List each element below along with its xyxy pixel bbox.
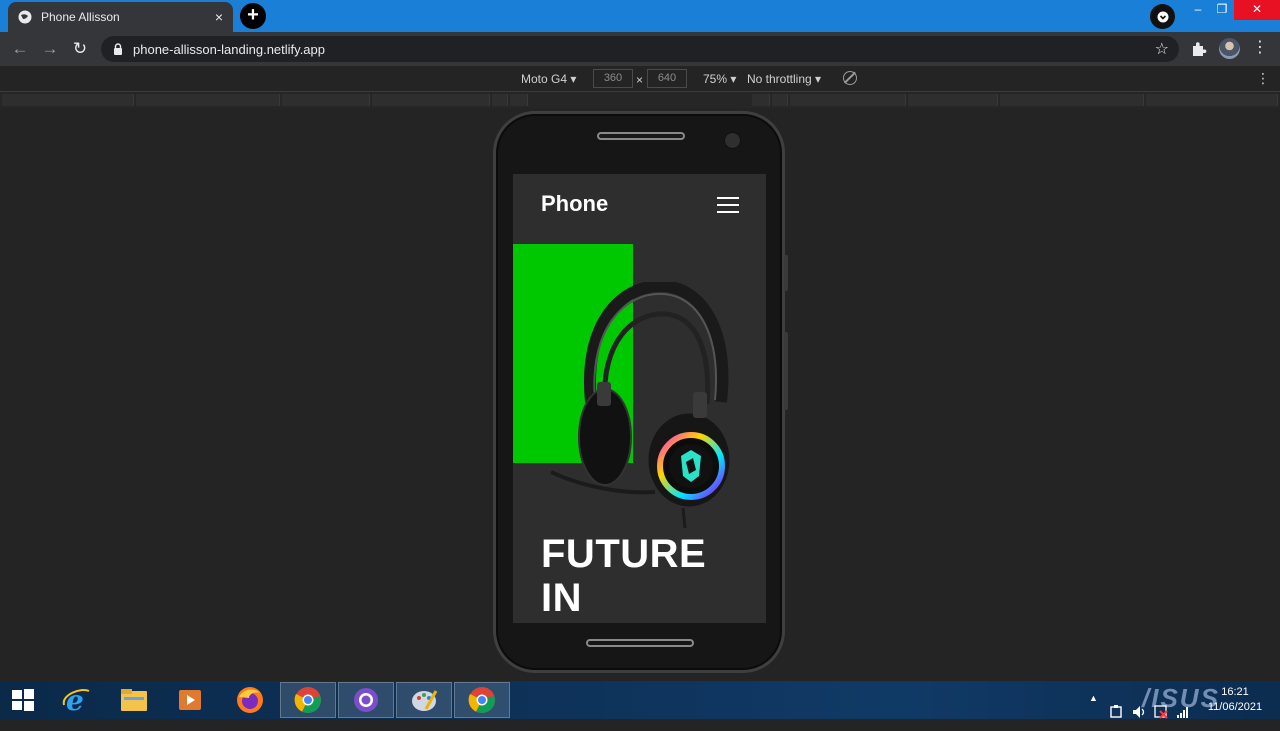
network-adapter-icon[interactable] (1109, 693, 1123, 731)
windows-logo-icon (12, 689, 34, 711)
ruler-segment[interactable] (510, 94, 528, 106)
address-bar[interactable]: phone-allisson-landing.netlify.app ☆ (101, 36, 1179, 62)
zoom-select[interactable]: 75% ▾ (703, 72, 736, 86)
ruler-segment[interactable] (1146, 94, 1278, 106)
signal-icon[interactable] (1176, 693, 1190, 731)
taskbar-file-explorer[interactable] (106, 682, 162, 718)
headset-image (550, 282, 733, 529)
browser-toolbar: ← → ↻ phone-allisson-landing.netlify.app… (0, 32, 1280, 66)
ruler-segment[interactable] (752, 94, 770, 106)
tab-strip: Phone Allisson × + – ❐ ✕ (0, 0, 1280, 32)
forward-button[interactable]: → (40, 39, 60, 59)
browser-menu-icon[interactable]: ⋮ (1252, 38, 1268, 58)
start-button[interactable] (0, 682, 46, 718)
taskbar-chrome-2[interactable] (454, 682, 510, 718)
chrome-icon (468, 687, 495, 714)
volume-icon[interactable] (1132, 693, 1148, 731)
hero-line-2: IN (541, 576, 582, 620)
action-center-icon[interactable] (1154, 693, 1168, 731)
chrome-icon (294, 687, 321, 714)
ruler-segment[interactable] (790, 94, 906, 106)
internet-explorer-icon: e (62, 685, 90, 715)
firefox-icon (237, 687, 263, 713)
github-icon (354, 688, 378, 712)
tab-phone-allisson[interactable]: Phone Allisson × (8, 2, 233, 32)
device-toolbar-menu-icon[interactable]: ⋮ (1256, 70, 1270, 87)
taskbar-chrome-1[interactable] (280, 682, 336, 718)
media-player-icon (179, 690, 201, 710)
extensions-puzzle-icon[interactable] (1190, 40, 1208, 58)
taskbar-clock[interactable]: 16:21 11/06/2021 (1205, 685, 1265, 715)
tab-title: Phone Allisson (41, 10, 120, 24)
clock-time: 16:21 (1221, 686, 1249, 698)
viewport-width-input[interactable]: 360 (593, 69, 633, 88)
taskbar-media-player[interactable] (162, 682, 218, 718)
folder-icon (121, 689, 147, 711)
device-toolbar: Moto G4 ▾ 360 × 640 75% ▾ No throttling … (0, 66, 1280, 92)
phone-camera (724, 132, 741, 149)
phone-speaker (597, 132, 685, 140)
hero-heading: FUTURE IN (541, 532, 706, 620)
phone-power-button (784, 255, 788, 291)
ruler-segment[interactable] (1000, 94, 1144, 106)
new-tab-button[interactable]: + (240, 3, 266, 29)
emulated-viewport: Phone FUTURE IN (513, 174, 766, 623)
rotate-icon[interactable] (843, 71, 857, 85)
ruler-segment[interactable] (2, 94, 134, 106)
site-logo[interactable]: Phone (541, 191, 608, 217)
phone-home-bar (586, 639, 694, 647)
bookmark-star-icon[interactable]: ☆ (1155, 39, 1169, 59)
tab-close-icon[interactable]: × (215, 9, 223, 25)
clock-date: 11/06/2021 (1207, 701, 1263, 713)
ruler-segment[interactable] (136, 94, 280, 106)
ruler-segment[interactable] (492, 94, 508, 106)
viewport-height-input[interactable]: 640 (647, 69, 687, 88)
tray-expand-icon[interactable]: ▲ (1089, 693, 1098, 731)
taskbar-paint[interactable] (396, 682, 452, 718)
taskbar-github-desktop[interactable] (338, 682, 394, 718)
dimension-separator: × (636, 73, 644, 87)
ruler-segment[interactable] (372, 94, 490, 106)
profile-avatar[interactable] (1219, 38, 1240, 59)
throttling-select[interactable]: No throttling ▾ (747, 72, 821, 86)
media-query-ruler (0, 92, 1280, 108)
paint-palette-icon (412, 690, 438, 711)
taskbar-firefox[interactable] (222, 682, 278, 718)
chevron-down-icon (1157, 11, 1168, 22)
device-select[interactable]: Moto G4 ▾ (521, 72, 576, 86)
globe-icon (18, 10, 32, 24)
hamburger-menu-icon[interactable] (717, 197, 739, 213)
ruler-segment[interactable] (772, 94, 788, 106)
ruler-segment[interactable] (282, 94, 370, 106)
reload-button[interactable]: ↻ (70, 39, 90, 59)
phone-volume-button (784, 332, 788, 410)
hero-line-1: FUTURE (541, 532, 707, 576)
lock-icon (114, 43, 122, 55)
tab-search-button[interactable] (1150, 4, 1175, 29)
close-window-button[interactable]: ✕ (1234, 0, 1280, 20)
taskbar-internet-explorer[interactable]: e (48, 682, 104, 718)
windows-taskbar: e /ISUS ▲ 16:21 11/06/2021 (0, 681, 1280, 719)
ruler-segment[interactable] (908, 94, 998, 106)
back-button[interactable]: ← (10, 39, 30, 59)
url-text: phone-allisson-landing.netlify.app (133, 41, 325, 57)
